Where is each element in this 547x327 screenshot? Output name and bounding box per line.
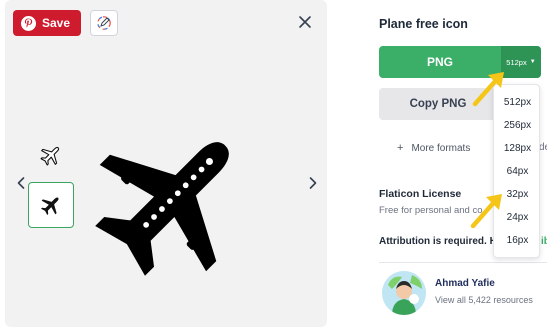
license-title: Flaticon License [379, 188, 462, 200]
attribution-text: Attribution is required. H [379, 236, 497, 247]
avatar[interactable] [382, 271, 426, 315]
close-icon[interactable] [297, 14, 313, 30]
plane-filled-icon [95, 142, 229, 276]
plus-icon: + [397, 142, 404, 154]
edit-icon-button[interactable] [90, 10, 118, 36]
chevron-left-icon[interactable] [15, 175, 27, 191]
size-dropdown-menu: 512px 256px 128px 64px 32px 24px 16px [493, 84, 540, 258]
size-option-256[interactable]: 256px [494, 114, 541, 137]
save-label: Save [42, 16, 71, 30]
more-formats-label: More formats [411, 143, 471, 154]
more-formats-link[interactable]: + More formats [397, 142, 470, 154]
license-description: Free for personal and co [379, 205, 483, 216]
author-name[interactable]: Ahmad Yafie [435, 278, 495, 289]
icon-preview-panel: Save [5, 0, 327, 327]
caret-down-icon: ▼ [529, 59, 536, 65]
download-png-button[interactable]: PNG 512px ▼ [379, 46, 541, 78]
attribution-label: Attribution is required. [379, 236, 487, 247]
plane-filled-icon [41, 197, 59, 215]
annotation-arrow-icon [472, 72, 504, 107]
size-selected: 512px [506, 57, 527, 67]
size-option-128[interactable]: 128px [494, 137, 541, 160]
annotation-arrow-icon [470, 194, 502, 229]
icon-title: Plane free icon [379, 17, 468, 31]
selected-thumbnail[interactable] [28, 182, 74, 228]
size-option-16[interactable]: 16px [494, 229, 541, 252]
author-avatar-image [382, 271, 426, 315]
divider [379, 262, 547, 263]
pinterest-save-button[interactable]: Save [13, 10, 81, 36]
author-resources-link[interactable]: View all 5,422 resources [435, 295, 533, 305]
edit-pencil-icon [97, 16, 111, 30]
size-option-64[interactable]: 64px [494, 160, 541, 183]
chevron-right-icon[interactable] [307, 175, 319, 191]
pinterest-icon [21, 15, 36, 31]
plane-outline-icon[interactable] [39, 144, 63, 166]
attribution-link[interactable]: ib [541, 236, 547, 247]
